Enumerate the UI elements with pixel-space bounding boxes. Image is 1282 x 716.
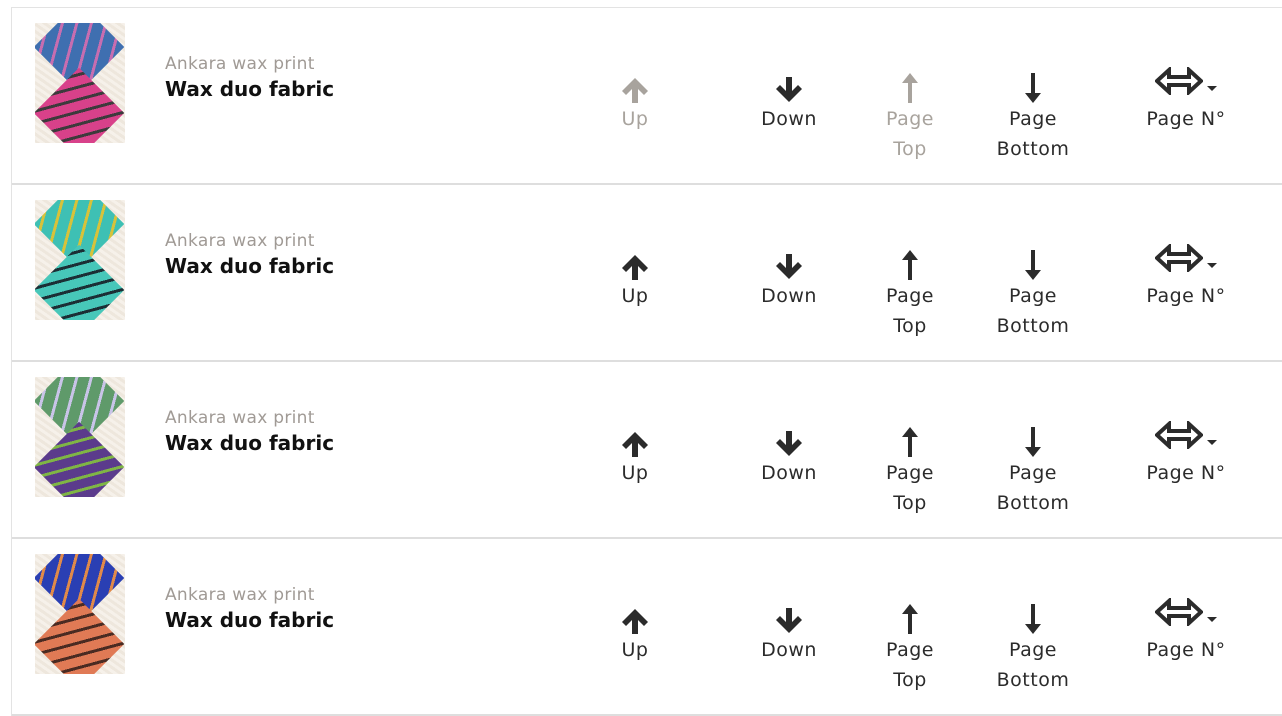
chevron-down-icon: [1207, 440, 1217, 445]
thin-arrow-down-icon: [1023, 424, 1043, 458]
page-top-button[interactable]: Page Top: [878, 424, 942, 518]
list-item: Ankara wax print Wax duo fabric Up Down …: [12, 8, 1282, 185]
arrow-down-icon: [774, 424, 804, 458]
chevron-down-icon: [1207, 263, 1217, 268]
page-top-label: Page Top: [886, 639, 934, 691]
double-arrow-horizontal-icon: [1154, 596, 1204, 635]
page-top-label: Page Top: [886, 462, 934, 514]
move-down-button[interactable]: Down: [752, 247, 826, 311]
page-bottom-label: Page Bottom: [996, 285, 1070, 337]
double-arrow-horizontal-icon: [1154, 242, 1204, 281]
double-arrow-horizontal-icon: [1154, 65, 1204, 104]
move-down-label: Down: [761, 639, 817, 661]
chevron-down-icon: [1207, 617, 1217, 622]
page-number-icons: [1154, 596, 1217, 635]
product-meta: Ankara wax print Wax duo fabric: [165, 54, 334, 101]
page-number-icons: [1154, 419, 1217, 458]
move-down-label: Down: [761, 462, 817, 484]
arrow-down-icon: [774, 247, 804, 281]
product-category: Ankara wax print: [165, 231, 315, 251]
thin-arrow-down-icon: [1023, 70, 1043, 104]
page-bottom-button[interactable]: Page Bottom: [988, 601, 1078, 695]
page-top-button[interactable]: Page Top: [878, 247, 942, 341]
move-down-label: Down: [761, 285, 817, 307]
product-thumbnail: [35, 200, 125, 320]
product-thumbnail: [35, 554, 125, 674]
move-up-button[interactable]: Up: [610, 247, 660, 311]
page-number-dropdown[interactable]: Page N°: [1138, 596, 1234, 665]
move-down-label: Down: [761, 108, 817, 130]
thin-arrow-down-icon: [1023, 247, 1043, 281]
move-up-label: Up: [621, 108, 649, 130]
page-number-dropdown[interactable]: Page N°: [1138, 65, 1234, 134]
arrow-up-icon: [620, 247, 650, 281]
product-title: Wax duo fabric: [165, 77, 335, 101]
product-category: Ankara wax print: [165, 408, 315, 428]
move-up-button[interactable]: Up: [610, 424, 660, 488]
page-number-dropdown[interactable]: Page N°: [1138, 242, 1234, 311]
arrow-up-icon: [620, 70, 650, 104]
list-item: Ankara wax print Wax duo fabric Up Down …: [12, 539, 1282, 716]
page-number-dropdown[interactable]: Page N°: [1138, 419, 1234, 488]
move-up-label: Up: [621, 639, 649, 661]
move-up-button[interactable]: Up: [610, 601, 660, 665]
item-list: Ankara wax print Wax duo fabric Up Down …: [11, 7, 1282, 716]
product-title: Wax duo fabric: [165, 254, 335, 278]
page-top-button[interactable]: Page Top: [878, 601, 942, 695]
product-category: Ankara wax print: [165, 585, 315, 605]
page-bottom-button[interactable]: Page Bottom: [988, 70, 1078, 164]
page-bottom-label: Page Bottom: [996, 462, 1070, 514]
product-meta: Ankara wax print Wax duo fabric: [165, 231, 334, 278]
move-up-button[interactable]: Up: [610, 70, 660, 134]
page-number-icons: [1154, 65, 1217, 104]
move-up-label: Up: [621, 462, 649, 484]
move-down-button[interactable]: Down: [752, 601, 826, 665]
move-down-button[interactable]: Down: [752, 70, 826, 134]
arrow-up-icon: [620, 424, 650, 458]
list-item: Ankara wax print Wax duo fabric Up Down …: [12, 362, 1282, 539]
arrow-down-icon: [774, 70, 804, 104]
page-number-icons: [1154, 242, 1217, 281]
thin-arrow-up-icon: [900, 424, 920, 458]
page-bottom-label: Page Bottom: [996, 108, 1070, 160]
product-title: Wax duo fabric: [165, 608, 335, 632]
page-number-label: Page N°: [1146, 108, 1226, 130]
page-bottom-button[interactable]: Page Bottom: [988, 247, 1078, 341]
thin-arrow-down-icon: [1023, 601, 1043, 635]
page-bottom-label: Page Bottom: [996, 639, 1070, 691]
thin-arrow-up-icon: [900, 601, 920, 635]
product-thumbnail: [35, 377, 125, 497]
page-top-label: Page Top: [886, 285, 934, 337]
product-category: Ankara wax print: [165, 54, 315, 74]
page-number-label: Page N°: [1146, 639, 1226, 661]
move-down-button[interactable]: Down: [752, 424, 826, 488]
product-title: Wax duo fabric: [165, 431, 335, 455]
arrow-down-icon: [774, 601, 804, 635]
thin-arrow-up-icon: [900, 70, 920, 104]
page-number-label: Page N°: [1146, 285, 1226, 307]
thin-arrow-up-icon: [900, 247, 920, 281]
move-up-label: Up: [621, 285, 649, 307]
page-top-button[interactable]: Page Top: [878, 70, 942, 164]
chevron-down-icon: [1207, 86, 1217, 91]
arrow-up-icon: [620, 601, 650, 635]
product-thumbnail: [35, 23, 125, 143]
page-bottom-button[interactable]: Page Bottom: [988, 424, 1078, 518]
list-item: Ankara wax print Wax duo fabric Up Down …: [12, 185, 1282, 362]
product-meta: Ankara wax print Wax duo fabric: [165, 585, 334, 632]
page-top-label: Page Top: [886, 108, 934, 160]
page-number-label: Page N°: [1146, 462, 1226, 484]
product-meta: Ankara wax print Wax duo fabric: [165, 408, 334, 455]
double-arrow-horizontal-icon: [1154, 419, 1204, 458]
